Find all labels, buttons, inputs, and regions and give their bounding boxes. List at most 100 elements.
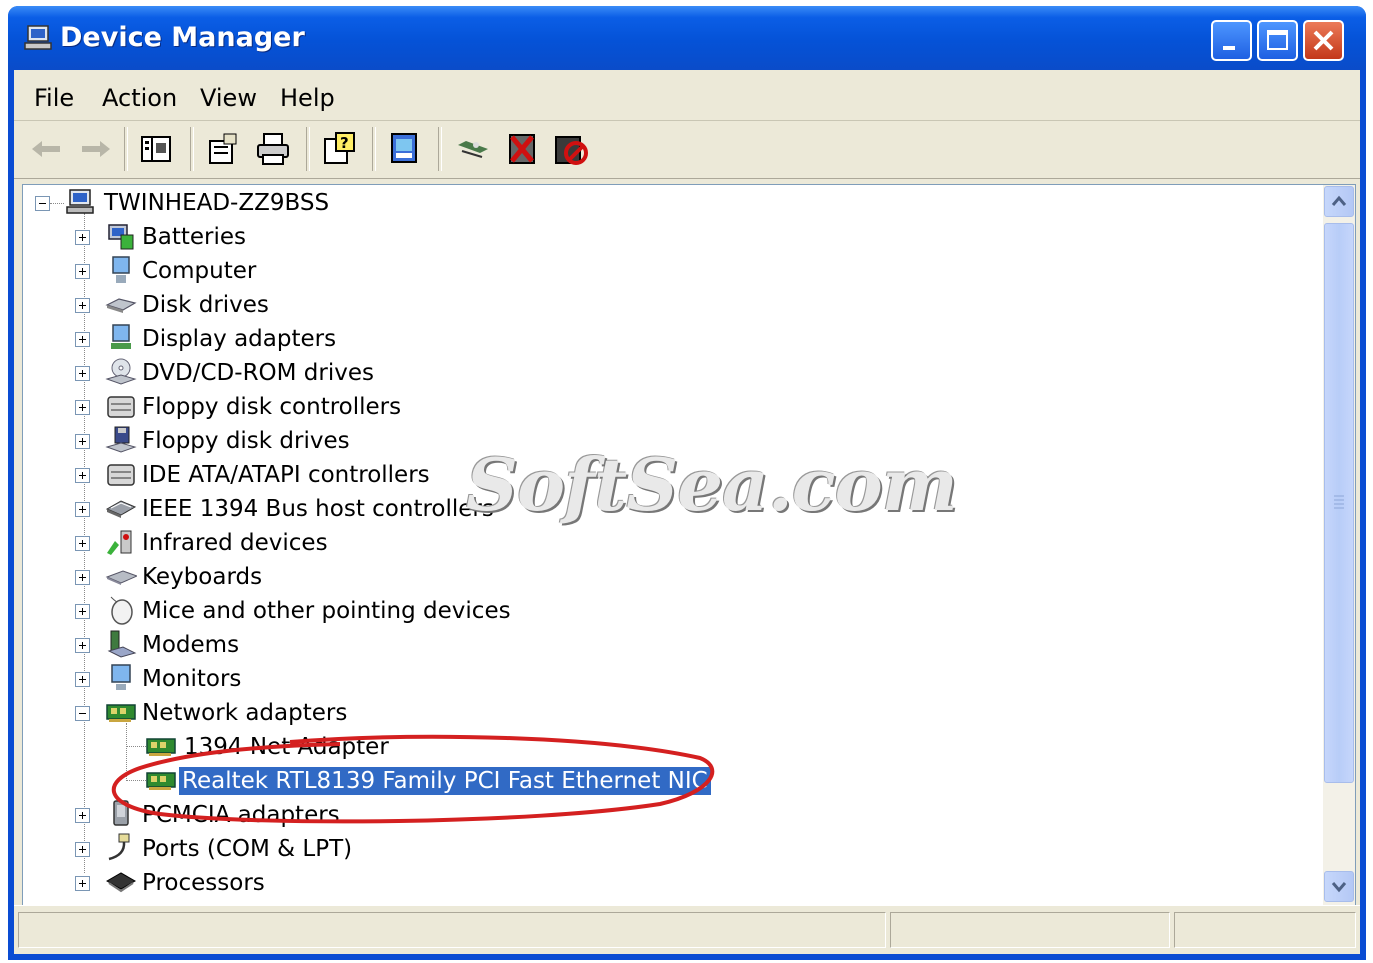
toolbar-separator <box>124 127 128 171</box>
modem-icon <box>107 630 137 658</box>
expand-toggle[interactable] <box>75 672 90 687</box>
properties-icon[interactable] <box>204 131 242 167</box>
expand-toggle[interactable] <box>75 502 90 517</box>
computer-icon <box>112 256 130 283</box>
tree-connector <box>50 203 64 204</box>
floppy-controller-icon <box>107 396 135 418</box>
mouse-icon <box>110 596 133 625</box>
menu-view[interactable]: View <box>200 84 257 112</box>
tree-item-label[interactable]: IDE ATA/ATAPI controllers <box>139 461 433 489</box>
tree-item-label[interactable]: Mice and other pointing devices <box>139 597 514 625</box>
toolbar-separator <box>372 127 376 171</box>
chevron-up-icon <box>1331 195 1347 206</box>
tree-item-label[interactable]: Computer <box>139 257 259 285</box>
collapse-toggle[interactable] <box>75 706 90 721</box>
tree-item-label[interactable]: Infrared devices <box>139 529 331 557</box>
menu-help[interactable]: Help <box>280 84 335 112</box>
expand-toggle[interactable] <box>75 604 90 619</box>
tree-item-label[interactable]: Floppy disk controllers <box>139 393 404 421</box>
close-icon <box>1313 30 1334 51</box>
status-pane <box>890 912 1170 948</box>
tree-item-label[interactable]: IEEE 1394 Bus host controllers <box>139 495 497 523</box>
ide-controller-icon <box>107 464 135 486</box>
tree-item-label[interactable]: Modems <box>139 631 242 659</box>
title-bar[interactable]: Device Manager <box>8 6 1366 70</box>
menu-bar: File Action View Help <box>14 70 1360 121</box>
tree-item-label[interactable]: DVD/CD-ROM drives <box>139 359 377 387</box>
root-collapse-toggle[interactable] <box>35 196 50 211</box>
annotation-ellipse <box>111 734 715 824</box>
disk-drive-icon <box>105 298 137 313</box>
ieee1394-controller-icon <box>105 500 137 518</box>
tree-item-label[interactable]: Processors <box>139 869 268 897</box>
expand-toggle[interactable] <box>75 264 90 279</box>
expand-toggle[interactable] <box>75 332 90 347</box>
monitor-icon <box>111 664 131 690</box>
show-hide-tree-icon[interactable] <box>138 131 176 167</box>
window-title: Device Manager <box>60 22 305 53</box>
vertical-scrollbar[interactable] <box>1323 185 1355 905</box>
forward-arrow-icon[interactable] <box>76 131 114 167</box>
expand-toggle[interactable] <box>75 298 90 313</box>
menu-file[interactable]: File <box>34 84 74 112</box>
status-bar <box>14 905 1360 954</box>
expand-toggle[interactable] <box>75 366 90 381</box>
expand-toggle[interactable] <box>75 570 90 585</box>
toolbar-separator <box>190 127 194 171</box>
scan-hardware-icon[interactable] <box>454 131 492 167</box>
expand-toggle[interactable] <box>75 842 90 857</box>
minimize-icon <box>1223 46 1235 50</box>
scroll-up-button[interactable] <box>1324 186 1354 217</box>
toolbar: ? <box>14 121 1360 179</box>
expand-toggle[interactable] <box>75 434 90 449</box>
chevron-down-icon <box>1331 882 1347 893</box>
tree-item-label[interactable]: Ports (COM & LPT) <box>139 835 355 863</box>
expand-toggle[interactable] <box>75 536 90 551</box>
tree-item-label[interactable]: Display adapters <box>139 325 339 353</box>
status-pane <box>1174 912 1356 948</box>
tree-item-label[interactable]: Network adapters <box>139 699 350 727</box>
network-adapter-icon <box>106 704 136 722</box>
menu-action[interactable]: Action <box>102 84 177 112</box>
display-adapter-icon <box>111 324 131 349</box>
tree-item-label[interactable]: Disk drives <box>139 291 272 319</box>
infrared-icon <box>107 530 132 555</box>
disable-icon[interactable] <box>552 131 590 167</box>
back-arrow-icon[interactable] <box>28 131 66 167</box>
expand-toggle[interactable] <box>75 876 90 891</box>
tree-item-label[interactable]: Batteries <box>139 223 249 251</box>
processor-icon <box>105 872 137 893</box>
maximize-button[interactable] <box>1257 20 1298 61</box>
expand-toggle[interactable] <box>75 638 90 653</box>
expand-toggle[interactable] <box>75 400 90 415</box>
uninstall-icon[interactable] <box>504 131 542 167</box>
computer-icon <box>66 189 94 214</box>
svg-text:?: ? <box>340 134 349 152</box>
tree-item-label[interactable]: Keyboards <box>139 563 265 591</box>
port-icon <box>108 833 130 861</box>
print-icon[interactable] <box>254 131 292 167</box>
tree-item-label[interactable]: Monitors <box>139 665 244 693</box>
scroll-down-button[interactable] <box>1324 871 1354 902</box>
close-button[interactable] <box>1303 20 1344 61</box>
watermark: SoftSea.com <box>466 442 958 527</box>
battery-icon <box>108 224 134 250</box>
maximize-icon <box>1267 30 1288 50</box>
toolbar-separator <box>438 127 442 171</box>
expand-toggle[interactable] <box>75 808 90 823</box>
keyboard-icon <box>105 570 137 585</box>
floppy-drive-icon <box>105 426 137 453</box>
status-pane <box>18 912 886 948</box>
help-icon[interactable]: ? <box>320 131 358 167</box>
tree-root-label[interactable]: TWINHEAD-ZZ9BSS <box>101 189 332 217</box>
toolbar-separator <box>306 127 310 171</box>
tree-item-label[interactable]: Floppy disk drives <box>139 427 353 455</box>
minimize-button[interactable] <box>1211 20 1252 61</box>
computer-manager-icon <box>24 25 52 50</box>
grip-icon <box>1334 495 1344 509</box>
update-driver-icon[interactable] <box>386 131 424 167</box>
cd-drive-icon <box>105 358 137 385</box>
expand-toggle[interactable] <box>75 468 90 483</box>
scroll-thumb[interactable] <box>1324 223 1354 783</box>
expand-toggle[interactable] <box>75 230 90 245</box>
